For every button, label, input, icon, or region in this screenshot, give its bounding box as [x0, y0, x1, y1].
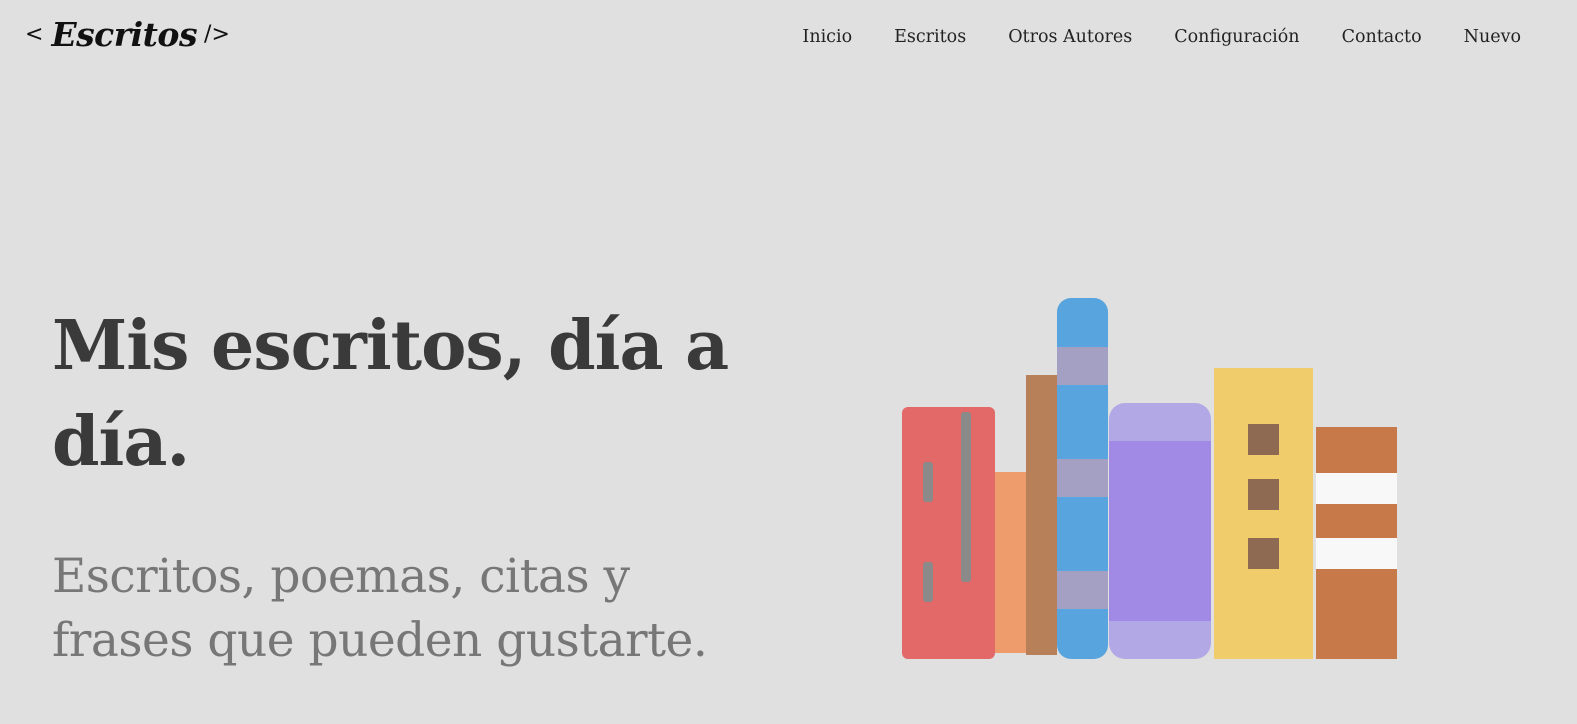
hero-subtitle: Escritos, poemas, citas y frases que pue… [52, 549, 708, 668]
hero-title: Mis escritos, día a día. [52, 306, 729, 482]
purple-book-icon [1109, 403, 1211, 659]
nav-link-inicio[interactable]: Inicio [802, 27, 852, 47]
brown-book-icon [1026, 375, 1057, 655]
site-logo[interactable]: < Escritos /> [25, 18, 230, 51]
red-book-icon [902, 407, 995, 659]
peach-book-icon [995, 472, 1026, 653]
yellow-book-icon [1214, 368, 1313, 659]
nav-link-nuevo[interactable]: Nuevo [1464, 27, 1521, 47]
top-navbar: < Escritos /> Inicio Escritos Otros Auto… [0, 0, 1577, 80]
main-nav: Inicio Escritos Otros Autores Configurac… [760, 27, 1521, 47]
nav-link-configuracion[interactable]: Configuración [1174, 27, 1299, 47]
logo-close-bracket: /> [204, 21, 230, 47]
nav-link-otros-autores[interactable]: Otros Autores [1008, 27, 1132, 47]
logo-open-bracket: < [25, 21, 44, 47]
orange-book-icon [1316, 427, 1397, 659]
logo-word: Escritos [51, 15, 198, 54]
blue-book-icon [1057, 298, 1108, 659]
nav-link-escritos[interactable]: Escritos [894, 27, 966, 47]
nav-link-contacto[interactable]: Contacto [1342, 27, 1422, 47]
